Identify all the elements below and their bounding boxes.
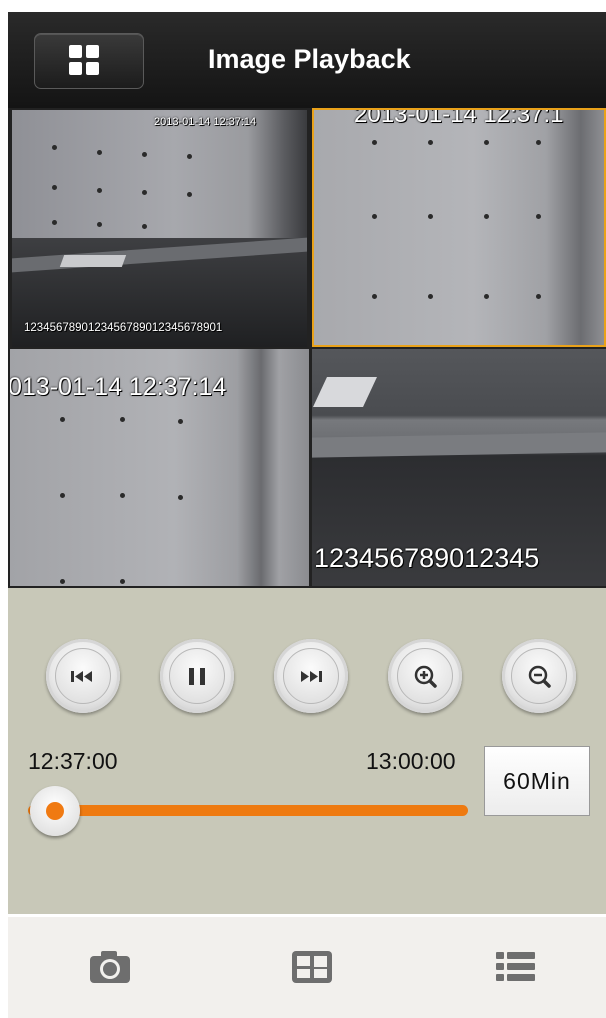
camera-timestamp: 2013-01-14 12:37:14 [154, 116, 257, 128]
previous-button[interactable] [46, 639, 120, 713]
playback-controls: 12:37:00 13:00:00 60Min [8, 588, 606, 914]
list-button[interactable] [492, 947, 540, 992]
title-bar: Image Playback [8, 12, 606, 108]
camera-caption: 1234567890123456789012345678901 [24, 322, 223, 334]
camera-view-1[interactable]: 2013-01-14 12:37:14 12345678901234567890… [12, 110, 307, 347]
list-icon [492, 952, 540, 991]
zoom-in-button[interactable] [388, 639, 462, 713]
camera-caption: 123456789012345 [314, 543, 540, 573]
status-bar [0, 0, 606, 12]
time-range-button[interactable]: 60Min [484, 746, 590, 816]
camera-view-2[interactable]: 2013-01-14 12:37:1 [312, 108, 606, 347]
layout-grid-icon [288, 951, 336, 991]
pause-button[interactable] [160, 639, 234, 713]
layout-button[interactable] [34, 33, 144, 89]
end-time: 13:00:00 [366, 748, 456, 774]
camera-icon [86, 951, 134, 991]
camera-view-4[interactable]: 123456789012345 [312, 349, 606, 586]
zoom-out-button[interactable] [502, 639, 576, 713]
page-title: Image Playback [208, 44, 411, 74]
timeline-slider-thumb[interactable] [30, 786, 80, 836]
bottom-bar [8, 914, 606, 1018]
next-button[interactable] [274, 639, 348, 713]
timeline-slider[interactable] [28, 805, 468, 816]
video-grid: 2013-01-14 12:37:14 12345678901234567890… [8, 108, 606, 588]
layout-button-bottom[interactable] [288, 947, 336, 992]
camera-timestamp: 013-01-14 12:37:14 [10, 373, 227, 401]
camera-view-3[interactable]: 013-01-14 12:37:14 [10, 349, 309, 586]
snapshot-button[interactable] [86, 947, 134, 992]
camera-timestamp: 2013-01-14 12:37:1 [354, 108, 564, 128]
start-time: 12:37:00 [28, 748, 118, 774]
